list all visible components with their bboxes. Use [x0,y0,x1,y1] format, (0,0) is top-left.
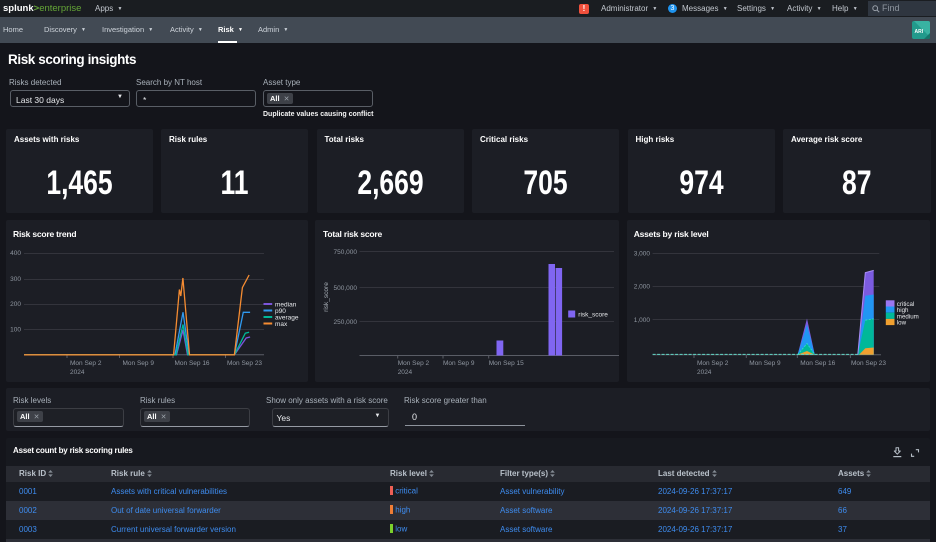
svg-text:1,000: 1,000 [633,316,650,323]
svg-text:250,000: 250,000 [334,319,358,326]
svg-text:3,000: 3,000 [633,250,650,257]
svg-text:2024: 2024 [697,368,712,375]
svg-text:low: low [896,319,906,326]
svg-text:2,000: 2,000 [633,283,650,290]
svg-text:Mon Sep 15: Mon Sep 15 [489,360,524,367]
svg-text:Mon Sep 16: Mon Sep 16 [175,360,210,367]
svg-text:Mon Sep 2: Mon Sep 2 [70,360,102,367]
svg-text:2024: 2024 [70,369,85,376]
svg-text:Mon Sep 2: Mon Sep 2 [697,359,729,366]
svg-text:200: 200 [10,300,21,307]
svg-text:400: 400 [10,250,21,257]
svg-text:500,000: 500,000 [334,285,358,292]
svg-text:Mon Sep 23: Mon Sep 23 [851,359,886,366]
svg-text:risk_score: risk_score [578,311,608,318]
svg-text:300: 300 [10,276,21,283]
svg-text:Mon Sep 9: Mon Sep 9 [443,360,475,367]
svg-text:max: max [275,320,288,327]
svg-text:Mon Sep 2: Mon Sep 2 [398,360,430,367]
svg-text:Mon Sep 23: Mon Sep 23 [227,360,262,367]
svg-text:2024: 2024 [398,369,413,376]
svg-text:750,000: 750,000 [334,249,358,256]
svg-text:100: 100 [10,326,21,333]
svg-text:Mon Sep 9: Mon Sep 9 [749,359,781,366]
svg-text:risk_score: risk_score [323,281,330,311]
svg-text:Mon Sep 16: Mon Sep 16 [800,359,835,366]
svg-text:Mon Sep 9: Mon Sep 9 [123,360,155,367]
